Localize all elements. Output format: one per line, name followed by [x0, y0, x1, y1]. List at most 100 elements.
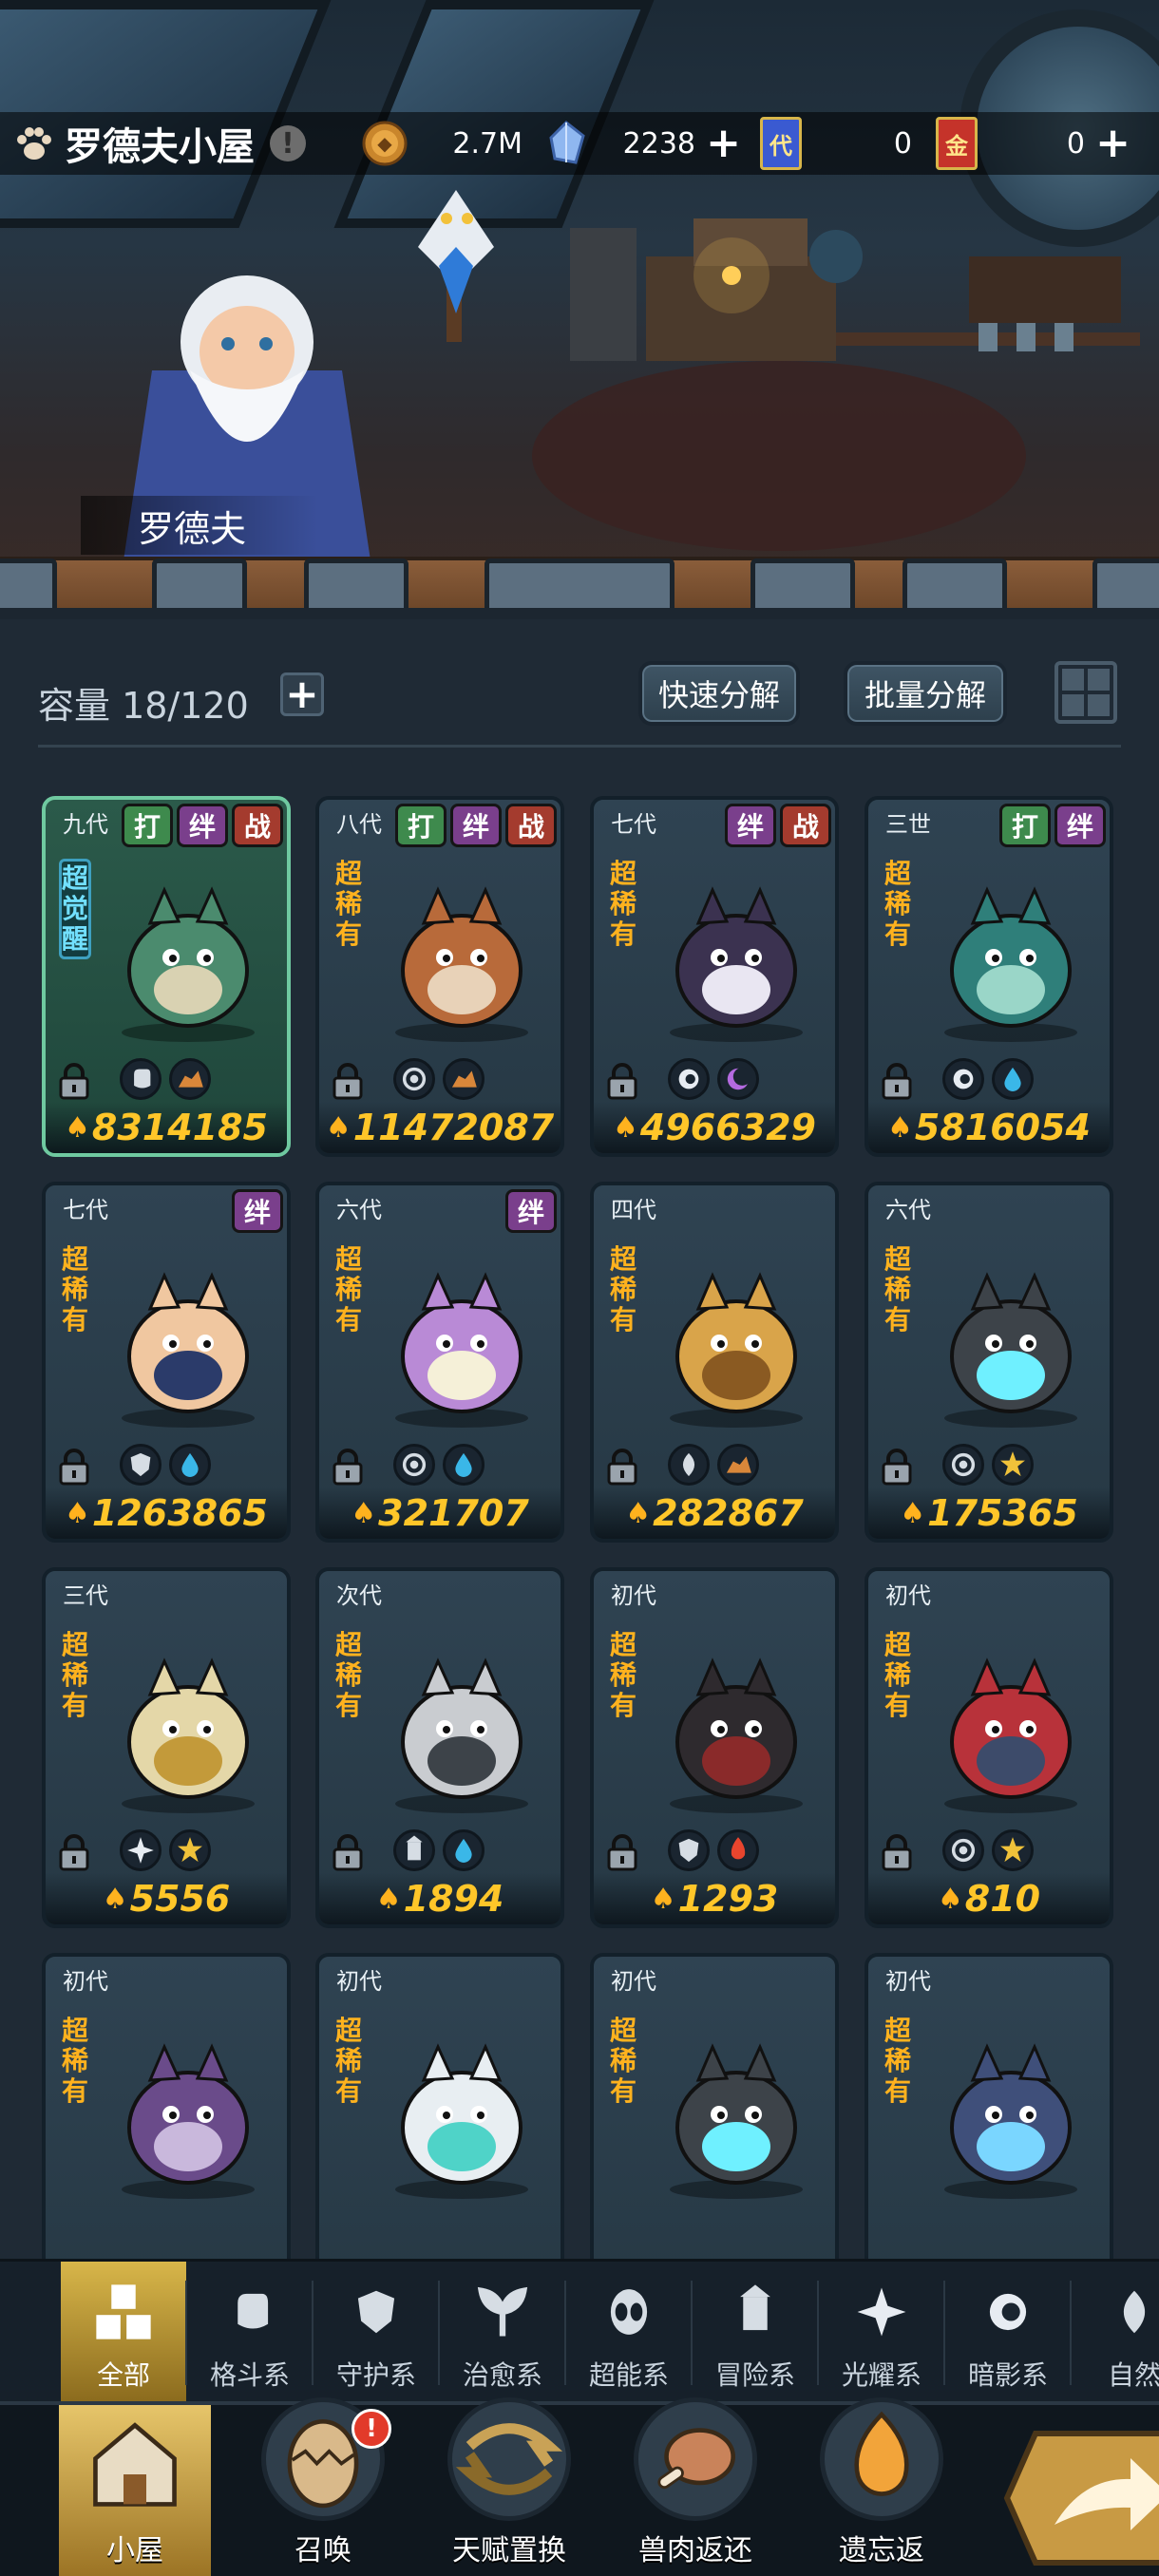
ring-icon [393, 1444, 435, 1486]
category-tab[interactable]: 暗影系 [945, 2262, 1071, 2404]
skill-tags: 绊战 [725, 804, 831, 847]
tab-separator [564, 2281, 566, 2385]
lock-icon[interactable] [331, 1062, 365, 1100]
cabin-props [570, 218, 1121, 361]
lock-icon[interactable] [57, 1062, 91, 1100]
pet-card[interactable]: 次代 超稀有 ♠ 1894 [315, 1567, 564, 1928]
power-value-bar: ♠ 1894 [319, 1873, 560, 1924]
lock-icon[interactable] [605, 1062, 639, 1100]
beam-bracket [304, 559, 408, 608]
pet-card[interactable]: 六代 绊超稀有 ♠ 321707 [315, 1182, 564, 1543]
lock-icon[interactable] [331, 1448, 365, 1486]
leaf-icon [1101, 2279, 1159, 2349]
pet-card[interactable]: 四代 超稀有 ♠ 282867 [590, 1182, 839, 1543]
info-icon[interactable]: ! [270, 125, 306, 161]
category-label: 全部 [96, 2359, 150, 2391]
pet-card[interactable]: 七代 绊超稀有 ♠ 1263865 [42, 1182, 291, 1543]
skill-tag: 绊 [1054, 804, 1106, 847]
pet-card[interactable]: 九代打绊战超觉醒 ♠ 8314185 [42, 796, 291, 1157]
category-tab[interactable]: 治愈系 [440, 2262, 565, 2404]
lock-icon[interactable] [57, 1448, 91, 1486]
lock-icon[interactable] [57, 1833, 91, 1871]
batch-decompose-button[interactable]: 批量分解 [844, 661, 1007, 726]
lock-icon[interactable] [605, 1833, 639, 1871]
power-value-bar: ♠ 1293 [594, 1873, 835, 1924]
npc-name-plate: 罗德夫 [81, 496, 318, 555]
lock-icon[interactable] [880, 1448, 914, 1486]
add-diamond-button[interactable]: + [706, 123, 741, 164]
generation-label: 七代 [63, 1197, 108, 1223]
divider [38, 745, 1121, 748]
lock-icon[interactable] [880, 1833, 914, 1871]
power-icon: ♠ [900, 1496, 926, 1530]
water-icon [443, 1829, 484, 1871]
add-ticket-button[interactable]: + [1095, 123, 1130, 164]
pet-card[interactable]: 六代 超稀有 ♠ 175365 [864, 1182, 1113, 1543]
eye-icon [942, 1058, 984, 1100]
nav-item[interactable]: 兽肉返还 [619, 2397, 771, 2576]
cabin-scene: 罗德夫 [0, 0, 1159, 608]
type-icons [120, 1444, 211, 1486]
power-value: 4966329 [639, 1107, 816, 1148]
location-title: 罗德夫小屋 [65, 125, 255, 169]
monster-portrait [916, 1252, 1106, 1432]
monster-portrait [916, 2023, 1106, 2204]
category-tabs: 全部 格斗系 守护系 治愈系 超能系 冒险系 光耀系 暗影系 自然 [0, 2259, 1159, 2404]
power-value: 810 [964, 1878, 1041, 1920]
water-icon [992, 1058, 1034, 1100]
crystal-icon [549, 121, 585, 164]
tab-separator [691, 2281, 693, 2385]
generation-label: 七代 [611, 811, 656, 838]
rarity-label: 超稀有 [884, 2015, 911, 2107]
power-value-bar: ♠ 11472087 [319, 1102, 560, 1153]
category-tab[interactable]: 光耀系 [819, 2262, 944, 2404]
monster-portrait [641, 2023, 831, 2204]
pet-card[interactable]: 八代打绊战超稀有 ♠ 11472087 [315, 796, 564, 1157]
pet-card[interactable]: 三世 打绊超稀有 ♠ 5816054 [864, 796, 1113, 1157]
generation-label: 初代 [611, 1582, 656, 1609]
pet-card[interactable]: 初代 超稀有 ♠ 810 [864, 1567, 1113, 1928]
rarity-label: 超稀有 [884, 858, 911, 950]
power-value: 282867 [653, 1492, 804, 1534]
category-tab[interactable]: 自然 [1072, 2262, 1159, 2404]
fist-icon [217, 2279, 283, 2349]
power-icon: ♠ [351, 1496, 377, 1530]
pet-card[interactable]: 七代 绊战超稀有 ♠ 4966329 [590, 796, 839, 1157]
generation-label: 初代 [63, 1968, 108, 1995]
house-icon [73, 2405, 197, 2521]
power-icon: ♠ [102, 1882, 128, 1916]
diamond-counter: 2238 + [542, 112, 741, 175]
lock-icon[interactable] [331, 1833, 365, 1871]
pet-card[interactable]: 初代 超稀有 ♠ 1293 [590, 1567, 839, 1928]
category-tab[interactable]: 格斗系 [187, 2262, 313, 2404]
expand-capacity-button[interactable]: + [280, 672, 324, 716]
beam-bracket [1092, 559, 1159, 608]
category-tab[interactable]: 守护系 [314, 2262, 439, 2404]
category-tab[interactable]: 超能系 [566, 2262, 692, 2404]
nav-label: 兽肉返还 [638, 2534, 752, 2567]
sprout-icon [469, 2279, 536, 2349]
pet-card[interactable]: 三代 超稀有 ♠ 5556 [42, 1567, 291, 1928]
category-label: 自然 [1107, 2359, 1159, 2391]
nav-item[interactable]: 天赋置换 [433, 2397, 585, 2576]
rarity-label: 超稀有 [334, 1243, 362, 1335]
grid-view-icon[interactable] [1054, 661, 1117, 724]
next-arrow-button[interactable] [998, 2420, 1159, 2576]
power-icon: ♠ [65, 1110, 90, 1145]
nav-item[interactable]: 遗忘返 [806, 2397, 958, 2576]
category-tab[interactable]: 全部 [61, 2262, 186, 2404]
power-value-bar: ♠ 175365 [868, 1487, 1110, 1539]
lock-icon[interactable] [880, 1062, 914, 1100]
lock-icon[interactable] [605, 1448, 639, 1486]
nav-item[interactable]: 小屋 [59, 2405, 211, 2576]
coin-icon: ◆ [362, 121, 408, 166]
category-label: 冒险系 [714, 2359, 795, 2391]
ring-icon [942, 1829, 984, 1871]
category-tab[interactable]: 冒险系 [693, 2262, 818, 2404]
generation-label: 九代 [63, 811, 108, 838]
earth-icon [717, 1444, 759, 1486]
power-value-bar: ♠ 5556 [46, 1873, 287, 1924]
rarity-label: 超觉醒 [59, 859, 91, 959]
quick-decompose-button[interactable]: 快速分解 [638, 661, 800, 726]
type-icons [942, 1444, 1034, 1486]
